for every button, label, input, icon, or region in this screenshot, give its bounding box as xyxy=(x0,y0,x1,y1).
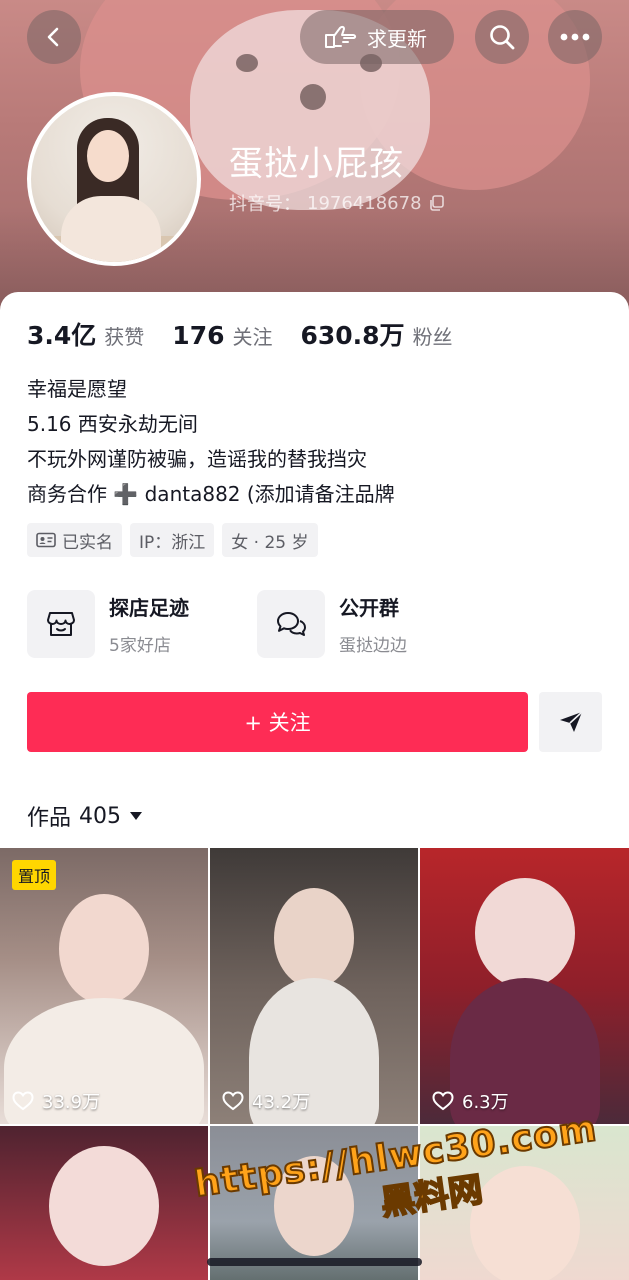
verified-tag: 已实名 xyxy=(27,523,122,557)
video-likes: 43.2万 xyxy=(222,1088,310,1114)
douyin-id-value: 1976418678 xyxy=(307,192,422,214)
video-likes-count: 6.3万 xyxy=(462,1092,509,1113)
feature-row: 探店足迹 5家好店 公开群 蛋挞边边 xyxy=(27,590,457,658)
stats-row: 3.4亿 获赞 176 关注 630.8万 粉丝 xyxy=(27,316,481,352)
feature-title: 公开群 xyxy=(339,596,399,620)
profile-bio: 幸福是愿望 5.16 西安永劫无间 不玩外网谨防被骗，造谣我的替我挡灾 商务合作… xyxy=(27,372,395,512)
works-label: 作品 xyxy=(27,806,72,831)
stat-likes[interactable]: 3.4亿 获赞 xyxy=(27,316,144,352)
group-chat-icon xyxy=(257,590,325,658)
profile-tags: 已实名 IP：浙江 女 · 25 岁 xyxy=(27,523,318,557)
verified-label: 已实名 xyxy=(62,532,113,553)
home-indicator[interactable] xyxy=(207,1258,422,1266)
stat-label: 获赞 xyxy=(104,325,145,349)
share-button[interactable] xyxy=(539,692,602,752)
avatar[interactable] xyxy=(27,92,201,266)
works-tab[interactable]: 作品 405 xyxy=(27,800,143,832)
caret-down-icon xyxy=(130,812,143,820)
chevron-left-icon xyxy=(47,27,59,47)
bio-line: 5.16 西安永劫无间 xyxy=(27,412,198,436)
pinned-badge: 置顶 xyxy=(12,860,57,890)
bio-line: 商务合作 ➕ danta882 (添加请备注品牌 xyxy=(27,482,395,506)
more-button[interactable] xyxy=(548,10,602,64)
search-button[interactable] xyxy=(475,10,529,64)
gender-age-label: 女 · 25 岁 xyxy=(231,532,309,553)
heart-icon xyxy=(222,1091,244,1111)
gender-age-tag: 女 · 25 岁 xyxy=(222,523,318,557)
follow-button[interactable]: + 关注 xyxy=(27,692,528,752)
video-tile[interactable]: 置顶 33.9万 xyxy=(0,848,208,1124)
profile-nickname: 蛋挞小屁孩 xyxy=(229,144,404,184)
back-button[interactable] xyxy=(27,10,81,64)
video-likes: 33.9万 xyxy=(12,1088,100,1114)
bio-line: 不玩外网谨防被骗，造谣我的替我挡灾 xyxy=(27,447,367,471)
copy-icon[interactable] xyxy=(428,194,446,212)
douyin-id-label: 抖音号： xyxy=(229,194,301,215)
video-tile[interactable]: 6.3万 xyxy=(420,848,629,1124)
bio-line: 幸福是愿望 xyxy=(27,377,127,401)
request-update-button[interactable]: 求更新 xyxy=(300,10,454,64)
stat-label: 关注 xyxy=(232,325,273,349)
request-update-label: 求更新 xyxy=(367,26,427,51)
stat-label: 粉丝 xyxy=(412,325,453,349)
heart-icon xyxy=(12,1091,34,1111)
video-likes-count: 43.2万 xyxy=(252,1092,311,1113)
ip-tag: IP：浙江 xyxy=(130,523,215,557)
video-tile[interactable] xyxy=(0,1126,208,1280)
stat-value: 3.4亿 xyxy=(27,321,97,350)
more-dots-icon xyxy=(560,33,590,41)
banner-decoration xyxy=(236,54,258,72)
stat-following[interactable]: 176 关注 xyxy=(172,321,272,350)
feature-public-group[interactable]: 公开群 蛋挞边边 xyxy=(257,590,457,658)
douyin-id-row[interactable]: 抖音号： 1976418678 xyxy=(229,190,446,216)
feature-shop-visits[interactable]: 探店足迹 5家好店 xyxy=(27,590,227,658)
works-count: 405 xyxy=(79,803,122,829)
pointing-hand-icon xyxy=(325,25,357,48)
send-icon xyxy=(559,711,583,732)
stat-followers[interactable]: 630.8万 粉丝 xyxy=(300,316,452,352)
heart-icon xyxy=(432,1091,454,1111)
ip-label: IP：浙江 xyxy=(139,532,206,553)
feature-subtitle: 蛋挞边边 xyxy=(339,636,407,656)
stat-value: 630.8万 xyxy=(300,321,405,350)
store-icon xyxy=(27,590,95,658)
video-likes: 6.3万 xyxy=(432,1088,509,1114)
feature-title: 探店足迹 xyxy=(109,596,189,620)
banner-decoration xyxy=(300,84,326,110)
video-tile[interactable]: 43.2万 xyxy=(210,848,418,1124)
video-likes-count: 33.9万 xyxy=(42,1092,101,1113)
id-card-icon xyxy=(36,532,56,548)
follow-label: + 关注 xyxy=(244,711,311,735)
stat-value: 176 xyxy=(172,321,225,350)
feature-subtitle: 5家好店 xyxy=(109,636,171,656)
search-icon xyxy=(490,25,515,50)
